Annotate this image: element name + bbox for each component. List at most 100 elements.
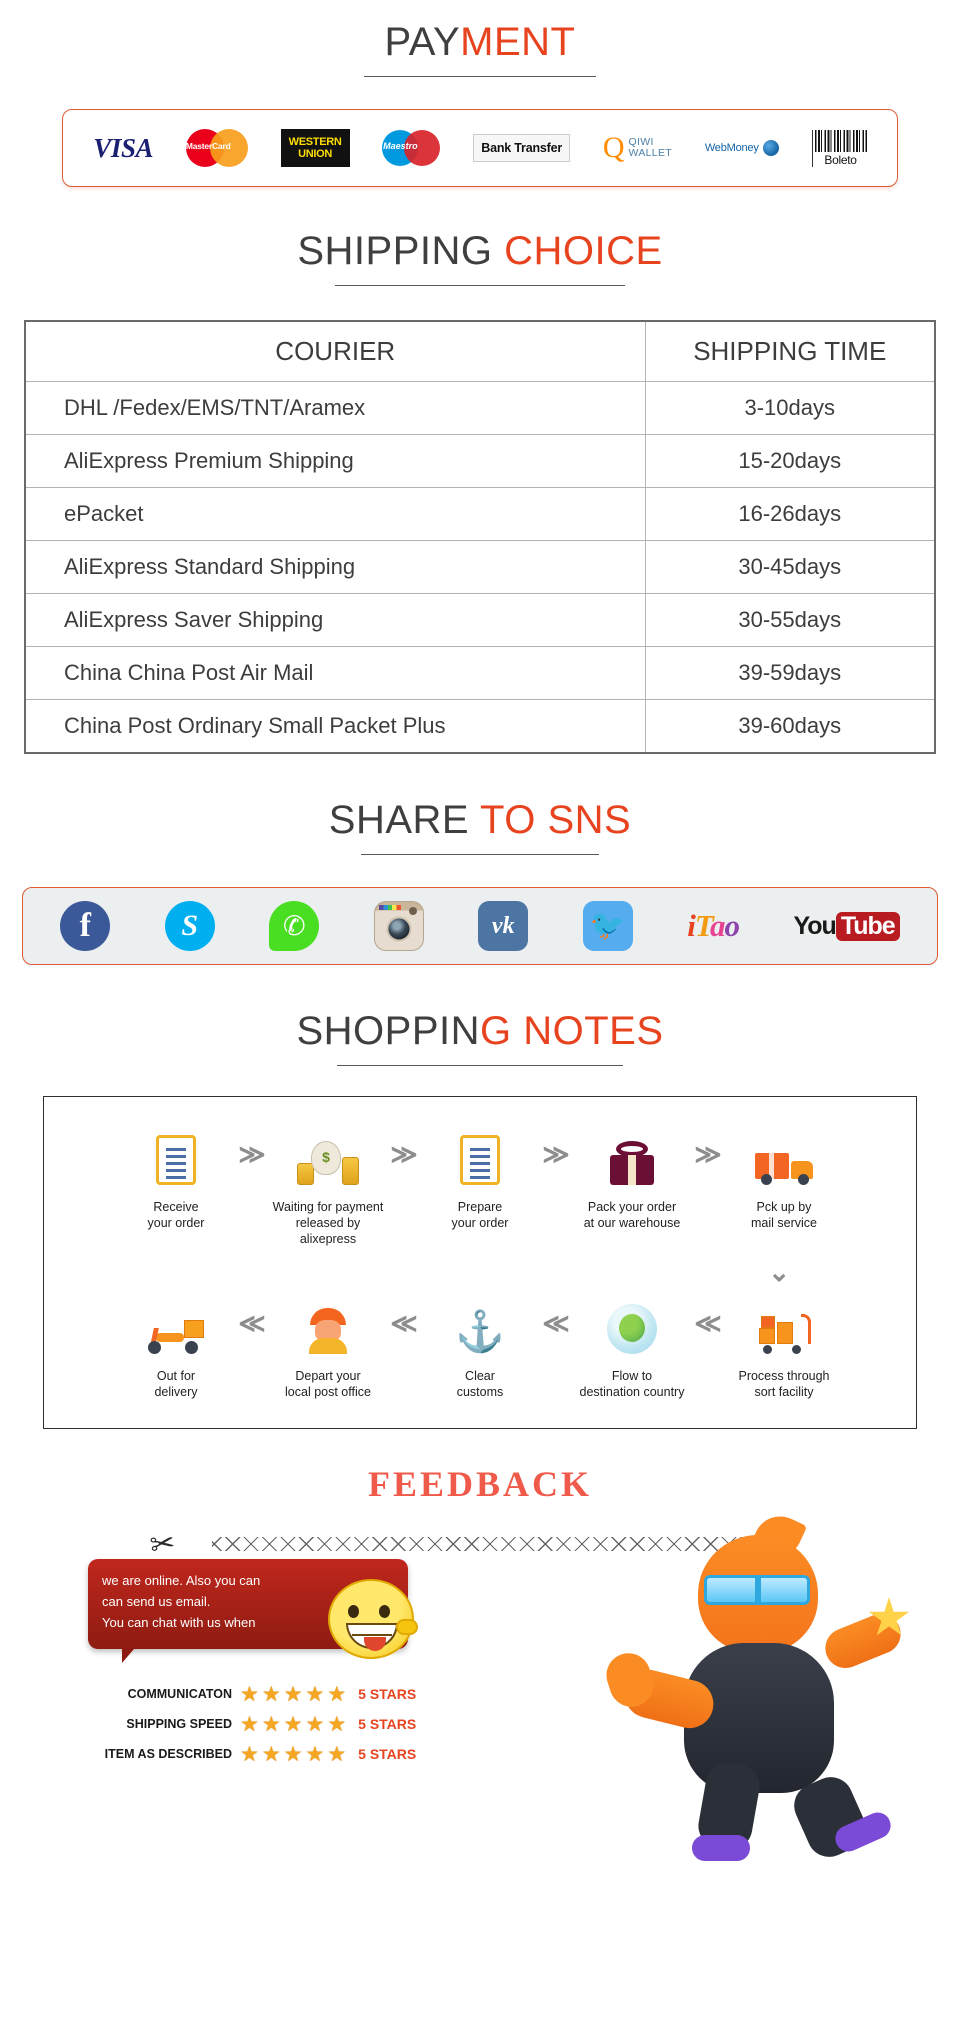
table-row: China China Post Air Mail 39-59days bbox=[24, 646, 936, 700]
youtube-tube-label: Tube bbox=[835, 911, 900, 941]
visa-logo: VISA bbox=[93, 133, 153, 164]
star-icon: ★ bbox=[327, 1742, 347, 1766]
notes-heading-rule bbox=[337, 1065, 623, 1066]
webmoney-label: WebMoney bbox=[704, 142, 759, 154]
table-row: AliExpress Standard Shipping 30-45days bbox=[24, 540, 936, 594]
cell-courier: AliExpress Premium Shipping bbox=[24, 434, 646, 488]
flow-step-waiting-payment: Waiting for payment released by alixepre… bbox=[269, 1123, 387, 1247]
itao-icon[interactable]: iTao bbox=[687, 908, 740, 944]
notes-heading-accent: G NOTES bbox=[480, 1009, 664, 1053]
flow-step-label: Flow to destination country bbox=[579, 1369, 685, 1399]
flow-step-receive-order: Receive your order bbox=[117, 1123, 235, 1231]
star-icon: ★ bbox=[305, 1682, 325, 1706]
star-icon: ★ bbox=[283, 1712, 303, 1736]
cell-courier: ePacket bbox=[24, 487, 646, 541]
star-icon: ★ bbox=[305, 1712, 325, 1736]
youtube-you-label: You bbox=[793, 911, 836, 940]
clipboard-icon bbox=[156, 1123, 196, 1185]
rating-label: COMMUNICATON bbox=[127, 1687, 232, 1701]
cell-shipping-time: 3-10days bbox=[644, 381, 936, 435]
flow-step-depart-post-office: Depart your local post office bbox=[269, 1292, 387, 1400]
whatsapp-icon[interactable]: ✆ bbox=[269, 901, 320, 951]
postman-icon bbox=[305, 1292, 351, 1354]
table-row: ePacket 16-26days bbox=[24, 487, 936, 541]
rating-row-communication: COMMUNICATON ★ ★ ★ ★ ★ 5 STARS bbox=[84, 1679, 417, 1709]
flow-step-clear-customs: ⚓ Clear customs bbox=[421, 1292, 539, 1400]
flow-step-label: Process through sort facility bbox=[738, 1369, 830, 1399]
shipping-heading: SHIPPING CHOICE bbox=[297, 231, 662, 271]
instagram-stripes bbox=[378, 905, 401, 910]
flow-step-flow-to-destination: Flow to destination country bbox=[573, 1292, 691, 1400]
youtube-icon[interactable]: You Tube bbox=[793, 911, 900, 941]
chevron-left-icon: ≪ bbox=[694, 1308, 722, 1338]
column-header-courier: COURIER bbox=[24, 320, 646, 382]
mascot-sunglasses-icon bbox=[704, 1575, 810, 1605]
rating-row-item-as-described: ITEM AS DESCRIBED ★ ★ ★ ★ ★ 5 STARS bbox=[84, 1739, 417, 1769]
chevron-right-icon: ≫ bbox=[694, 1139, 722, 1169]
western-union-line2: UNION bbox=[298, 148, 333, 160]
barcode-icon bbox=[814, 129, 867, 152]
shipping-heading-wrap: SHIPPING CHOICE bbox=[0, 231, 960, 286]
payment-section: PAYMENT VISA MasterCard WESTERN UNION Ma… bbox=[0, 0, 960, 187]
cell-courier: AliExpress Standard Shipping bbox=[24, 540, 646, 594]
notes-heading-dark: SHOPPIN bbox=[296, 1009, 480, 1053]
mastercard-logo-label: MasterCard bbox=[185, 141, 231, 151]
webmoney-globe-icon bbox=[762, 140, 779, 156]
twitter-icon[interactable]: 🐦 bbox=[582, 901, 633, 951]
instagram-icon[interactable] bbox=[373, 901, 424, 951]
cell-shipping-time: 16-26days bbox=[644, 487, 936, 541]
sns-heading-accent: TO SNS bbox=[469, 798, 632, 842]
flow-step-label: Prepare your order bbox=[451, 1200, 509, 1230]
sns-heading-rule bbox=[361, 854, 599, 855]
sns-heading-wrap: SHARE TO SNS bbox=[0, 800, 960, 855]
payment-heading-accent: MENT bbox=[460, 20, 576, 64]
boleto-logo: Boleto bbox=[811, 129, 867, 167]
shipping-section: SHIPPING CHOICE COURIER SHIPPING TIME DH… bbox=[0, 187, 960, 754]
scissors-icon: ✂ bbox=[147, 1526, 178, 1563]
notes-heading-wrap: SHOPPING NOTES bbox=[0, 1011, 960, 1066]
flow-step-label: Receive your order bbox=[147, 1200, 205, 1230]
cell-courier: China Post Ordinary Small Packet Plus bbox=[24, 699, 646, 754]
clipboard-icon bbox=[460, 1123, 500, 1185]
star-icon: ★ bbox=[327, 1682, 347, 1706]
star-icon: ★ bbox=[283, 1682, 303, 1706]
flow-step-pack-order: Pack your order at our warehouse bbox=[573, 1123, 691, 1231]
instagram-flash-dot bbox=[408, 907, 417, 915]
table-header-row: COURIER SHIPPING TIME bbox=[24, 320, 936, 382]
cell-shipping-time: 15-20days bbox=[644, 434, 936, 488]
facebook-icon[interactable]: f bbox=[60, 901, 111, 951]
vk-icon[interactable]: vk bbox=[478, 901, 529, 951]
payment-heading-wrap: PAYMENT bbox=[0, 22, 960, 77]
cell-shipping-time: 39-60days bbox=[644, 699, 936, 754]
flow-step-label: Clear customs bbox=[456, 1369, 504, 1399]
star-icon: ★ bbox=[305, 1742, 325, 1766]
chevron-right-icon: ≫ bbox=[542, 1139, 570, 1169]
chevron-right-icon: ≫ bbox=[390, 1139, 418, 1169]
sns-heading-dark: SHARE bbox=[328, 798, 470, 842]
mastercard-logo: MasterCard bbox=[185, 129, 248, 167]
star-icon: ★ bbox=[240, 1742, 259, 1766]
feedback-section: FEEDBACK ✂ we are online. Also you can c… bbox=[0, 1429, 960, 1899]
webmoney-logo: WebMoney bbox=[705, 140, 779, 156]
flow-step-pickup-mail: Pck up by mail service bbox=[725, 1123, 843, 1231]
rating-stars: ★ ★ ★ ★ ★ bbox=[240, 1744, 346, 1765]
shipping-heading-dark: SHIPPING bbox=[297, 229, 493, 273]
column-header-shipping-time: SHIPPING TIME bbox=[644, 320, 936, 382]
western-union-logo: WESTERN UNION bbox=[280, 129, 350, 167]
gift-box-icon bbox=[607, 1123, 657, 1185]
instagram-lens bbox=[386, 916, 412, 942]
qiwi-wallet-logo: Q QIWI WALLET bbox=[603, 133, 672, 163]
flow-step-sort-facility: Process through sort facility bbox=[725, 1292, 843, 1400]
cell-courier: China China Post Air Mail bbox=[24, 646, 646, 700]
flow-step-label: Depart your local post office bbox=[285, 1369, 371, 1399]
rating-value: 5 STARS bbox=[358, 1746, 417, 1762]
shipping-table: COURIER SHIPPING TIME DHL /Fedex/EMS/TNT… bbox=[24, 320, 936, 754]
twitter-icon-glyph: 🐦 bbox=[582, 901, 633, 951]
sns-section: SHARE TO SNS f S ✆ vk 🐦 iTao You Tube bbox=[0, 754, 960, 965]
skype-icon[interactable]: S bbox=[164, 901, 215, 951]
chevron-down-icon: ⌄ bbox=[768, 1257, 790, 1287]
star-icon: ★ bbox=[283, 1742, 303, 1766]
shopping-flow-box: Receive your order ≫ Waiting for payment… bbox=[43, 1096, 917, 1429]
feedback-title: FEEDBACK bbox=[367, 1464, 593, 1504]
facebook-icon-glyph: f bbox=[60, 901, 111, 951]
